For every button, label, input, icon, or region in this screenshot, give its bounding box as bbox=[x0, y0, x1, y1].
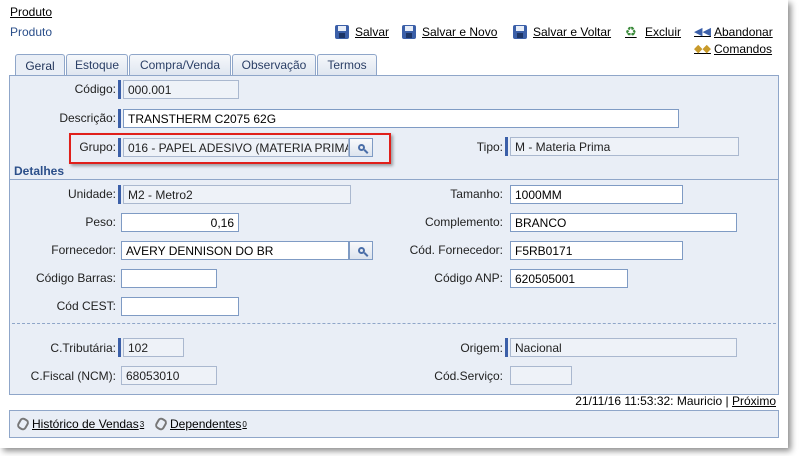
required-marker bbox=[118, 185, 121, 204]
cod-fornecedor-input[interactable]: F5RB0171 bbox=[510, 241, 683, 260]
save-and-new-button[interactable]: Salvar e Novo bbox=[402, 25, 497, 39]
required-marker bbox=[118, 338, 121, 357]
commands-label: Comandos bbox=[714, 42, 773, 56]
bottom-bar: Histórico de Vendas 3 Dependentes 0 bbox=[9, 410, 779, 438]
status-text: 21/11/16 11:53:32: Mauricio | bbox=[575, 394, 729, 408]
complemento-input[interactable]: BRANCO bbox=[510, 213, 737, 232]
tab-termos[interactable]: Termos bbox=[317, 54, 377, 75]
tab-compra-venda[interactable]: Compra/Venda bbox=[129, 54, 231, 75]
tipo-field[interactable]: M - Materia Prima bbox=[510, 137, 739, 156]
dependents-count: 0 bbox=[242, 419, 247, 429]
detalhes-title: Detalhes bbox=[14, 164, 65, 178]
window-frame: Produto Produto Salvar Salvar e Novo Sal… bbox=[0, 0, 788, 448]
required-marker bbox=[505, 338, 508, 357]
save-and-new-label: Salvar e Novo bbox=[422, 25, 498, 39]
c-fiscal-label: C.Fiscal (NCM): bbox=[30, 369, 116, 383]
c-tributaria-label: C.Tributária: bbox=[50, 341, 116, 355]
c-fiscal-field[interactable]: 68053010 bbox=[121, 366, 217, 385]
section-divider bbox=[10, 179, 778, 180]
abandon-label: Abandonar bbox=[714, 25, 773, 39]
codigo-label: Código: bbox=[74, 82, 116, 96]
rewind-icon: ◀◀ bbox=[694, 26, 711, 38]
status-line: 21/11/16 11:53:32: Mauricio | Próximo bbox=[575, 394, 776, 408]
fornecedor-input[interactable]: AVERY DENNISON DO BR bbox=[121, 241, 349, 260]
tab-geral[interactable]: Geral bbox=[15, 54, 65, 76]
save-button[interactable]: Salvar bbox=[335, 25, 389, 39]
history-count: 3 bbox=[139, 419, 145, 429]
commands-button[interactable]: ◆◆ Comandos bbox=[694, 42, 772, 56]
cod-cest-input[interactable] bbox=[121, 297, 239, 316]
fornecedor-label: Fornecedor: bbox=[51, 243, 116, 257]
delete-button[interactable]: ♻ Excluir bbox=[625, 24, 682, 40]
paperclip-icon bbox=[15, 416, 31, 432]
codigo-barras-label: Código Barras: bbox=[35, 271, 116, 285]
tamanho-input[interactable]: 1000MM bbox=[510, 185, 683, 204]
commands-icon: ◆◆ bbox=[694, 43, 711, 55]
next-link[interactable]: Próximo bbox=[732, 394, 776, 408]
tamanho-label: Tamanho: bbox=[450, 187, 503, 201]
codigo-anp-input[interactable]: 620505001 bbox=[510, 269, 628, 288]
save-and-back-button[interactable]: Salvar e Voltar bbox=[513, 25, 611, 39]
search-icon bbox=[357, 247, 365, 254]
section-divider bbox=[12, 323, 776, 324]
save-new-icon bbox=[402, 25, 416, 39]
breadcrumb[interactable]: Produto bbox=[10, 5, 52, 19]
required-marker bbox=[118, 109, 121, 128]
tipo-label: Tipo: bbox=[476, 140, 503, 154]
required-marker bbox=[118, 80, 121, 99]
history-sales-label: Histórico de Vendas bbox=[32, 417, 139, 431]
save-icon bbox=[335, 25, 349, 39]
origem-field[interactable]: Nacional bbox=[510, 338, 737, 357]
origem-label: Origem: bbox=[460, 341, 503, 355]
delete-label: Excluir bbox=[645, 25, 682, 39]
codigo-anp-label: Código ANP: bbox=[434, 271, 503, 285]
unidade-label: Unidade: bbox=[67, 187, 116, 201]
codigo-barras-input[interactable] bbox=[121, 269, 217, 288]
unidade-field[interactable]: M2 - Metro2 bbox=[123, 185, 351, 204]
dependents-link[interactable]: Dependentes 0 bbox=[153, 416, 247, 432]
save-and-back-label: Salvar e Voltar bbox=[533, 25, 612, 39]
abandon-button[interactable]: ◀◀ Abandonar bbox=[694, 25, 773, 39]
page-title: Produto bbox=[10, 25, 53, 39]
required-marker bbox=[505, 137, 508, 156]
tab-observacao[interactable]: Observação bbox=[232, 54, 316, 75]
peso-label: Peso: bbox=[85, 215, 116, 229]
dependents-label: Dependentes bbox=[170, 417, 242, 431]
c-tributaria-field[interactable]: 102 bbox=[123, 338, 184, 357]
fornecedor-search-button[interactable] bbox=[349, 241, 373, 260]
codigo-field: 000.001 bbox=[123, 80, 239, 99]
paperclip-icon bbox=[153, 416, 169, 432]
history-sales-link[interactable]: Histórico de Vendas 3 bbox=[15, 416, 145, 432]
peso-input[interactable]: 0,16 bbox=[121, 213, 239, 232]
descricao-input[interactable]: TRANSTHERM C2075 62G bbox=[123, 109, 679, 128]
save-label: Salvar bbox=[355, 25, 390, 39]
recycle-icon: ♻ bbox=[625, 24, 637, 39]
tab-estoque[interactable]: Estoque bbox=[66, 54, 128, 75]
form-panel: Código: 000.001 Descrição: TRANSTHERM C2… bbox=[9, 75, 779, 395]
cod-servico-field[interactable] bbox=[510, 366, 572, 385]
highlight-box bbox=[69, 133, 391, 164]
cod-servico-label: Cód.Serviço: bbox=[434, 369, 503, 383]
save-back-icon bbox=[513, 25, 527, 39]
cod-cest-label: Cód CEST: bbox=[56, 299, 116, 313]
cod-fornecedor-label: Cód. Fornecedor: bbox=[409, 243, 503, 257]
complemento-label: Complemento: bbox=[424, 215, 503, 229]
descricao-label: Descrição: bbox=[59, 111, 116, 125]
